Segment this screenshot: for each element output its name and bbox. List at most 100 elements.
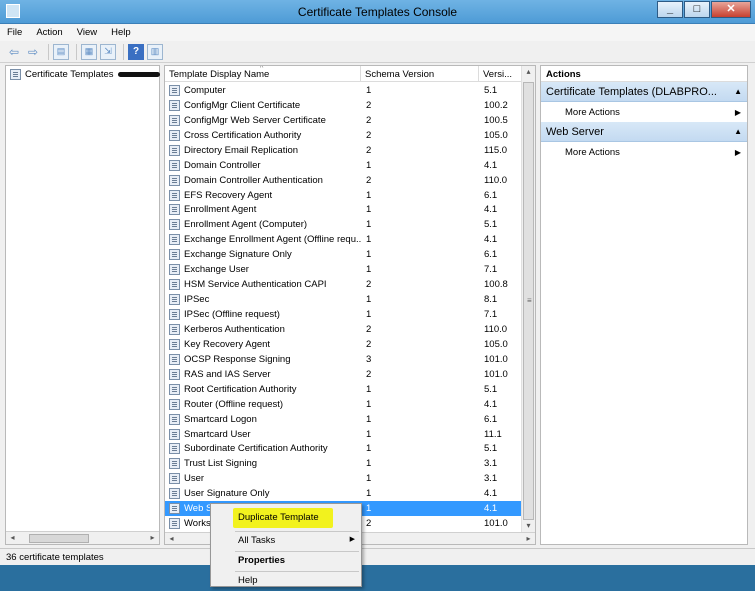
- table-row[interactable]: HSM Service Authentication CAPI 2 100.8: [165, 277, 523, 292]
- table-row[interactable]: Trust List Signing 1 3.1: [165, 456, 523, 471]
- version-cell: 115.0: [484, 144, 508, 156]
- tree-horizontal-scrollbar[interactable]: ◂ ▸: [6, 531, 159, 544]
- table-row[interactable]: Smartcard User 1 11.1: [165, 427, 523, 442]
- scroll-right-arrow-icon[interactable]: ▸: [146, 532, 159, 544]
- table-row[interactable]: EFS Recovery Agent 1 6.1: [165, 188, 523, 203]
- status-bar: 36 certificate templates: [0, 548, 755, 564]
- table-row[interactable]: Key Recovery Agent 2 105.0: [165, 337, 523, 352]
- actions-section-web-server[interactable]: Web Server ▲: [541, 122, 747, 142]
- menu-item-all-tasks[interactable]: All Tasks ▶: [211, 531, 361, 551]
- table-row[interactable]: Domain Controller Authentication 2 110.0: [165, 173, 523, 188]
- template-name: Smartcard User: [184, 428, 251, 440]
- actions-header: Actions: [541, 66, 747, 82]
- tree-item-certificate-templates[interactable]: Certificate Templates: [10, 69, 160, 80]
- console-tree-pane: Certificate Templates ◂ ▸: [5, 65, 160, 545]
- template-name-cell: Kerberos Authentication: [165, 323, 361, 335]
- menu-item-help[interactable]: Help: [211, 571, 361, 591]
- scroll-thumb[interactable]: ≡: [523, 82, 534, 520]
- template-name: Subordinate Certification Authority: [184, 443, 328, 455]
- table-row[interactable]: OCSP Response Signing 3 101.0: [165, 352, 523, 367]
- back-arrow-icon[interactable]: ⇦: [6, 44, 22, 60]
- table-row[interactable]: Exchange Enrollment Agent (Offline requ.…: [165, 232, 523, 247]
- actions-section-certificate-templates[interactable]: Certificate Templates (DLABPRO... ▲: [541, 82, 747, 102]
- table-row[interactable]: Router (Offline request) 1 4.1: [165, 397, 523, 412]
- menu-action[interactable]: Action: [29, 24, 69, 41]
- template-name: Enrollment Agent: [184, 204, 257, 216]
- version-cell: 110.0: [484, 174, 508, 186]
- column-schema-version[interactable]: Schema Version: [361, 66, 479, 82]
- export-list-icon[interactable]: ⇲: [100, 43, 116, 60]
- schema-version-cell: 1: [366, 264, 372, 276]
- scroll-thumb[interactable]: [29, 533, 89, 543]
- template-name-cell: User: [165, 473, 361, 485]
- certificate-template-icon: [169, 264, 180, 276]
- table-row[interactable]: User Signature Only 1 4.1: [165, 486, 523, 501]
- actions-pane: Actions Certificate Templates (DLABPRO..…: [540, 65, 748, 545]
- table-row[interactable]: Root Certification Authority 1 5.1: [165, 382, 523, 397]
- table-row[interactable]: Computer 1 5.1: [165, 83, 523, 98]
- column-template-display-name[interactable]: ^ Template Display Name: [165, 66, 361, 82]
- table-row[interactable]: Smartcard Logon 1 6.1: [165, 412, 523, 427]
- menu-help[interactable]: Help: [104, 24, 138, 41]
- scroll-left-arrow-icon[interactable]: ◂: [6, 532, 19, 544]
- menu-file[interactable]: File: [0, 24, 29, 41]
- table-row[interactable]: Domain Controller 1 4.1: [165, 158, 523, 173]
- certificate-template-icon: [169, 279, 180, 291]
- version-cell: 4.1: [484, 488, 498, 500]
- template-name-cell: Router (Offline request): [165, 398, 361, 410]
- template-name: IPSec: [184, 294, 210, 306]
- scroll-left-arrow-icon[interactable]: ◂: [165, 533, 178, 544]
- close-button[interactable]: ✕: [711, 1, 751, 18]
- template-name-cell: Domain Controller: [165, 159, 361, 171]
- show-hide-console-tree-icon[interactable]: ▤: [53, 43, 69, 60]
- table-row[interactable]: IPSec 1 8.1: [165, 292, 523, 307]
- collapse-arrow-icon[interactable]: ▲: [734, 127, 742, 136]
- version-cell: 3.1: [484, 458, 498, 470]
- schema-version-cell: 1: [366, 84, 372, 96]
- context-menu: Duplicate Template All Tasks ▶ Propertie…: [210, 503, 362, 587]
- properties-icon[interactable]: ▦: [81, 43, 97, 60]
- menu-item-properties[interactable]: Properties: [211, 551, 361, 571]
- more-actions-item[interactable]: More Actions ▶: [541, 102, 747, 122]
- table-row[interactable]: User 1 3.1: [165, 471, 523, 486]
- forward-arrow-icon[interactable]: ⇨: [25, 44, 41, 60]
- maximize-button[interactable]: □: [684, 1, 710, 18]
- table-row[interactable]: Exchange Signature Only 1 6.1: [165, 247, 523, 262]
- scroll-up-arrow-icon[interactable]: ▴: [522, 66, 535, 78]
- table-row[interactable]: ConfigMgr Web Server Certificate 2 100.5: [165, 113, 523, 128]
- table-row[interactable]: RAS and IAS Server 2 101.0: [165, 367, 523, 382]
- schema-version-cell: 2: [366, 129, 372, 141]
- collapse-arrow-icon[interactable]: ▲: [734, 87, 742, 96]
- table-row[interactable]: IPSec (Offline request) 1 7.1: [165, 307, 523, 322]
- scroll-down-arrow-icon[interactable]: ▾: [522, 520, 535, 532]
- toolbar: ⇦ ⇨ ▤ ▦ ⇲ ? ▥: [0, 41, 755, 63]
- show-action-pane-icon[interactable]: ▥: [147, 43, 163, 60]
- menu-view[interactable]: View: [70, 24, 104, 41]
- table-row[interactable]: Exchange User 1 7.1: [165, 262, 523, 277]
- scroll-right-arrow-icon[interactable]: ▸: [522, 533, 535, 544]
- version-cell: 4.1: [484, 234, 498, 246]
- table-row[interactable]: ConfigMgr Client Certificate 2 100.2: [165, 98, 523, 113]
- minimize-button[interactable]: _: [657, 1, 683, 18]
- template-name-cell: IPSec: [165, 294, 361, 306]
- certificate-template-icon: [169, 144, 180, 156]
- version-cell: 6.1: [484, 413, 498, 425]
- table-row[interactable]: Subordinate Certification Authority 1 5.1: [165, 442, 523, 457]
- schema-version-cell: 3: [366, 353, 372, 365]
- schema-version-cell: 1: [366, 503, 372, 515]
- list-vertical-scrollbar[interactable]: ▴ ≡ ▾: [521, 66, 535, 532]
- table-row[interactable]: Cross Certification Authority 2 105.0: [165, 128, 523, 143]
- more-actions-item[interactable]: More Actions ▶: [541, 142, 747, 162]
- template-name-cell: Root Certification Authority: [165, 383, 361, 395]
- table-row[interactable]: Enrollment Agent 1 4.1: [165, 203, 523, 218]
- toolbar-divider: [48, 43, 49, 60]
- table-row[interactable]: Enrollment Agent (Computer) 1 5.1: [165, 217, 523, 232]
- menu-item-duplicate-template[interactable]: Duplicate Template: [233, 508, 333, 528]
- table-row[interactable]: Directory Email Replication 2 115.0: [165, 143, 523, 158]
- column-version[interactable]: Versi...: [479, 66, 523, 82]
- schema-version-cell: 2: [366, 368, 372, 380]
- version-cell: 3.1: [484, 473, 498, 485]
- help-icon[interactable]: ?: [128, 43, 144, 60]
- table-row[interactable]: Kerberos Authentication 2 110.0: [165, 322, 523, 337]
- version-cell: 110.0: [484, 323, 508, 335]
